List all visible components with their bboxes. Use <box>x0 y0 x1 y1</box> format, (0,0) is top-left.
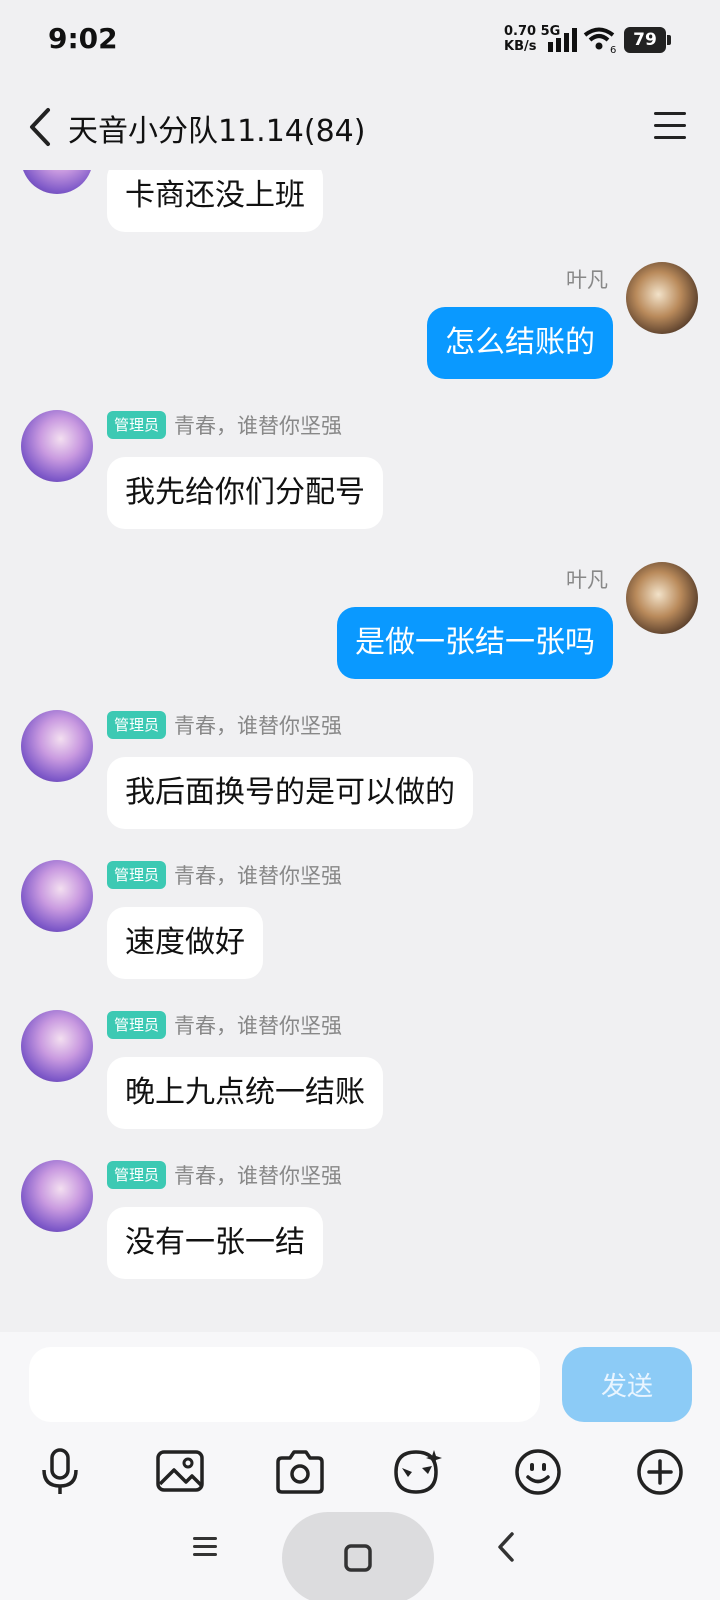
svg-text:6: 6 <box>610 45 616 54</box>
avatar[interactable] <box>21 710 93 782</box>
message-list[interactable]: 卡商还没上班 叶凡 怎么结账的 管理员 青春，谁替你坚强 我先给你们分配号 叶凡… <box>0 170 720 1332</box>
message-row: 管理员 青春，谁替你坚强 我后面换号的是可以做的 <box>0 710 720 840</box>
sender-name: 青春，谁替你坚强 <box>174 1014 343 1038</box>
chat-header: 天音小分队11.14(84) <box>0 84 720 170</box>
recent-apps-icon[interactable] <box>190 1532 220 1562</box>
message-bubble[interactable]: 没有一张一结 <box>107 1207 323 1279</box>
avatar[interactable] <box>21 170 93 194</box>
net-speed-value: 0.70 <box>504 24 537 39</box>
message-row: 管理员 青春，谁替你坚强 没有一张一结 <box>0 1160 720 1290</box>
avatar[interactable] <box>21 1010 93 1082</box>
message-row: 管理员 青春，谁替你坚强 速度做好 <box>0 860 720 990</box>
message-row: 叶凡 是做一张结一张吗 <box>0 560 720 690</box>
avatar[interactable] <box>626 262 698 334</box>
sender-name: 青春，谁替你坚强 <box>174 1164 343 1188</box>
message-bubble[interactable]: 我后面换号的是可以做的 <box>107 757 473 829</box>
message-bubble[interactable]: 卡商还没上班 <box>107 170 323 232</box>
chat-title[interactable]: 天音小分队11.14(84) <box>68 106 365 150</box>
sender-name: 青春，谁替你坚强 <box>174 864 343 888</box>
avatar[interactable] <box>626 562 698 634</box>
admin-badge: 管理员 <box>107 711 167 739</box>
sender-line: 管理员 青春，谁替你坚强 <box>107 860 342 890</box>
message-bubble[interactable]: 我先给你们分配号 <box>107 457 383 529</box>
sender-line: 管理员 青春，谁替你坚强 <box>107 1160 342 1190</box>
signal-icon <box>548 28 577 52</box>
avatar[interactable] <box>21 1160 93 1232</box>
sender-line: 管理员 青春，谁替你坚强 <box>107 410 342 440</box>
nav-back-icon[interactable] <box>492 1530 522 1564</box>
wifi-icon: 6 <box>583 27 616 54</box>
message-bubble[interactable]: 速度做好 <box>107 907 263 979</box>
message-row: 管理员 青春，谁替你坚强 晚上九点统一结账 <box>0 1010 720 1140</box>
sender-name: 叶凡 <box>566 268 608 292</box>
admin-badge: 管理员 <box>107 1011 167 1039</box>
message-bubble[interactable]: 是做一张结一张吗 <box>337 607 613 679</box>
sender-line: 管理员 青春，谁替你坚强 <box>107 710 342 740</box>
chevron-left-icon[interactable] <box>20 102 60 152</box>
sender-name: 青春，谁替你坚强 <box>174 714 343 738</box>
send-button[interactable]: 发送 <box>562 1347 692 1422</box>
avatar[interactable] <box>21 410 93 482</box>
battery-indicator: 79 <box>624 27 671 53</box>
message-input[interactable] <box>29 1347 540 1422</box>
status-time: 9:02 <box>48 22 118 55</box>
home-square-icon <box>344 1544 372 1572</box>
home-button[interactable] <box>282 1512 434 1600</box>
message-row: 卡商还没上班 <box>0 170 720 240</box>
avatar[interactable] <box>21 860 93 932</box>
hamburger-menu-icon[interactable] <box>650 108 690 144</box>
admin-badge: 管理员 <box>107 861 167 889</box>
admin-badge: 管理员 <box>107 411 167 439</box>
admin-badge: 管理员 <box>107 1161 167 1189</box>
message-row: 叶凡 怎么结账的 <box>0 260 720 390</box>
sender-line: 管理员 青春，谁替你坚强 <box>107 1010 342 1040</box>
message-bubble[interactable]: 怎么结账的 <box>427 307 613 379</box>
status-bar: 9:02 0.70 5G KB/s 6 79 <box>0 0 720 84</box>
message-row: 管理员 青春，谁替你坚强 我先给你们分配号 <box>0 410 720 540</box>
sender-name: 青春，谁替你坚强 <box>174 414 343 438</box>
sender-name: 叶凡 <box>566 568 608 592</box>
system-nav-bar <box>0 1482 720 1600</box>
message-bubble[interactable]: 晚上九点统一结账 <box>107 1057 383 1129</box>
